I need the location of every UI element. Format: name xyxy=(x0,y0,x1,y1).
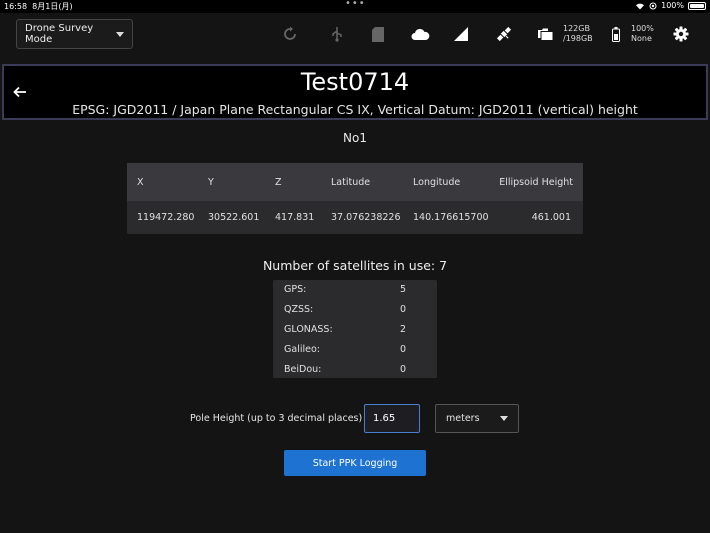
start-ppk-logging-button[interactable]: Start PPK Logging xyxy=(284,450,426,476)
constellation-count: 0 xyxy=(400,364,407,375)
constellation-name: Galileo: xyxy=(284,344,320,355)
crs-subtitle: EPSG: JGD2011 / Japan Plane Rectangular … xyxy=(72,102,638,117)
storage-usage: 122GB/198GB xyxy=(563,24,593,43)
cloud-icon[interactable] xyxy=(411,25,430,43)
value-ellipsoid-height: 461.001 xyxy=(531,212,571,223)
column-header-y: Y xyxy=(208,177,214,188)
folder-storage-icon[interactable] xyxy=(538,25,555,43)
value-z: 417.831 xyxy=(275,212,315,223)
ios-status-bar: 16:58 8月1日(月) ••• 100% xyxy=(0,0,710,13)
constellation-count: 0 xyxy=(400,304,407,315)
column-header-ellipsoid-height: Ellipsoid Height xyxy=(499,177,573,188)
satellite-icon[interactable] xyxy=(495,25,513,43)
satellite-table: GPS: 5 QZSS: 0 GLONASS: 2 Galileo: 0 Bei… xyxy=(273,280,437,378)
sd-card-icon[interactable] xyxy=(372,25,384,43)
multitask-indicator[interactable]: ••• xyxy=(345,0,366,9)
project-header: Test0714 EPSG: JGD2011 / Japan Plane Rec… xyxy=(2,64,708,120)
column-header-latitude: Latitude xyxy=(331,177,371,188)
value-x: 119472.280 xyxy=(137,212,195,223)
constellation-name: GLONASS: xyxy=(284,324,333,335)
receiver-status: 100% None xyxy=(631,24,654,43)
constellation-name: QZSS: xyxy=(284,304,314,315)
satellite-count-title: Number of satellites in use: 7 xyxy=(262,258,448,273)
constellation-name: BeiDou: xyxy=(284,364,322,375)
wifi-icon xyxy=(636,3,645,9)
column-header-longitude: Longitude xyxy=(413,177,461,188)
point-name: No1 xyxy=(343,131,367,145)
project-title: Test0714 xyxy=(300,68,410,96)
chevron-down-icon xyxy=(500,416,508,421)
satellite-row: BeiDou: 0 xyxy=(273,360,437,380)
value-latitude: 37.076238226 xyxy=(331,212,401,223)
battery-icon xyxy=(688,1,706,10)
satellite-row: QZSS: 0 xyxy=(273,300,437,320)
app-toolbar: Drone Survey Mode 122GB/198GB 100% None xyxy=(0,13,710,58)
unit-dropdown[interactable]: meters xyxy=(435,404,519,433)
satellite-row: Galileo: 0 xyxy=(273,340,437,360)
survey-mode-label: Drone Survey Mode xyxy=(25,23,94,45)
satellite-row: GLONASS: 2 xyxy=(273,320,437,340)
usb-icon[interactable] xyxy=(331,25,343,43)
survey-mode-dropdown[interactable]: Drone Survey Mode xyxy=(16,19,133,49)
constellation-name: GPS: xyxy=(284,284,307,295)
signal-strength-icon[interactable] xyxy=(454,25,468,43)
receiver-battery-icon xyxy=(612,25,620,43)
unit-label: meters xyxy=(446,413,480,424)
value-longitude: 140.176615700 xyxy=(413,212,489,223)
pole-height-input[interactable] xyxy=(364,404,420,433)
coordinates-table: X Y Z Latitude Longitude Ellipsoid Heigh… xyxy=(127,163,583,234)
location-icon xyxy=(649,2,657,9)
chevron-down-icon xyxy=(116,31,124,37)
constellation-count: 2 xyxy=(400,324,407,335)
column-header-x: X xyxy=(137,177,144,188)
value-y: 30522.601 xyxy=(208,212,260,223)
constellation-count: 5 xyxy=(400,284,407,295)
constellation-count: 0 xyxy=(400,344,407,355)
pole-height-label: Pole Height (up to 3 decimal places) xyxy=(190,413,363,424)
gear-icon[interactable] xyxy=(673,25,689,43)
sync-icon[interactable] xyxy=(282,25,298,43)
satellite-row: GPS: 5 xyxy=(273,280,437,300)
status-time: 16:58 8月1日(月) xyxy=(4,2,73,11)
battery-percent: 100% xyxy=(661,1,684,10)
column-header-z: Z xyxy=(275,177,282,188)
